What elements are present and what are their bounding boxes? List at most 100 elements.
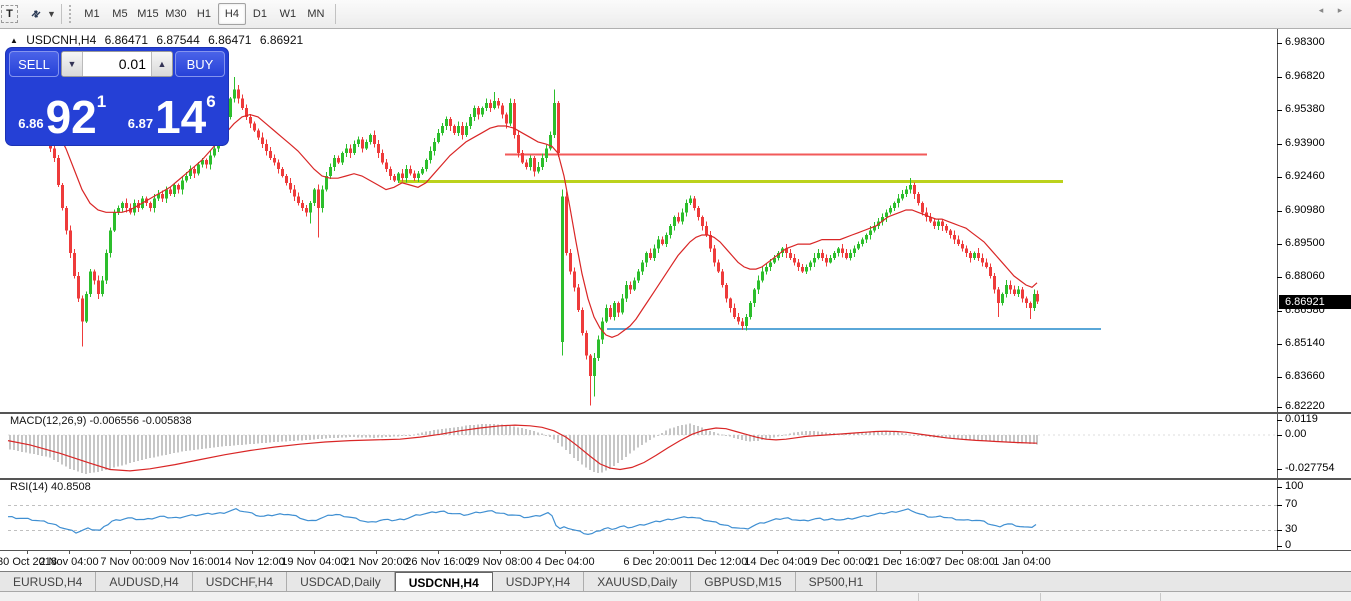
macd-axis-label: -0.027754 xyxy=(1285,462,1335,474)
buy-price-display[interactable]: 6.87 14 6 xyxy=(119,80,226,142)
buy-price-point: 6 xyxy=(206,92,215,112)
price-axis-label: 6.95380 xyxy=(1285,103,1325,115)
time-axis-label: 26 Nov 16:00 xyxy=(405,556,470,568)
chart-tab-gbpusd-m15[interactable]: GBPUSD,M15 xyxy=(691,572,795,592)
time-axis-tick xyxy=(69,550,70,554)
time-axis-label: 7 Nov 00:00 xyxy=(100,556,159,568)
rsi-axis-tick xyxy=(1277,530,1282,531)
sell-button[interactable]: SELL xyxy=(9,51,59,77)
price-axis-tick xyxy=(1277,211,1282,212)
current-price-tag: 6.86921 xyxy=(1279,295,1351,309)
chart-tab-usdcad-daily[interactable]: USDCAD,Daily xyxy=(287,572,395,592)
sell-price-prefix: 6.86 xyxy=(18,116,43,131)
price-axis-label: 6.85140 xyxy=(1285,337,1325,349)
chart-tab-usdchf-h4[interactable]: USDCHF,H4 xyxy=(193,572,287,592)
chart-symbol-period: USDCNH,H4 xyxy=(26,33,96,47)
statusbar-separator xyxy=(1160,593,1161,601)
status-bar xyxy=(0,591,1351,601)
price-axis-tick xyxy=(1277,77,1282,78)
arrow-up-icon: ▲ xyxy=(158,59,167,69)
time-axis-tick xyxy=(715,550,716,554)
time-axis-tick xyxy=(314,550,315,554)
time-axis-label: 14 Nov 12:00 xyxy=(219,556,284,568)
buy-button[interactable]: BUY xyxy=(175,51,225,77)
price-axis-tick xyxy=(1277,377,1282,378)
time-axis-tick xyxy=(565,550,566,554)
chart-tab-audusd-h4[interactable]: AUDUSD,H4 xyxy=(96,572,192,592)
time-axis-tick xyxy=(438,550,439,554)
time-axis-tick xyxy=(376,550,377,554)
price-axis-tick xyxy=(1277,110,1282,111)
ohlc-open: 6.86471 xyxy=(105,33,148,47)
chart-tab-sp500-h1[interactable]: SP500,H1 xyxy=(796,572,878,592)
time-axis-label: 2 Nov 04:00 xyxy=(39,556,98,568)
macd-axis-label: 0.00 xyxy=(1285,428,1306,440)
rsi-axis-tick xyxy=(1277,546,1282,547)
volume-decrease-button[interactable]: ▼ xyxy=(62,52,83,76)
time-axis-label: 9 Nov 16:00 xyxy=(160,556,219,568)
chart-tab-bar: EURUSD,H4AUDUSD,H4USDCHF,H4USDCAD,DailyU… xyxy=(0,571,1351,592)
time-axis-label: 1 Jan 04:00 xyxy=(993,556,1051,568)
buy-price-pips: 14 xyxy=(155,97,206,138)
price-axis-label: 6.89500 xyxy=(1285,237,1325,249)
price-axis-label: 6.83660 xyxy=(1285,370,1325,382)
time-axis-tick xyxy=(962,550,963,554)
price-axis-tick xyxy=(1277,244,1282,245)
price-axis-tick xyxy=(1277,177,1282,178)
price-axis-label: 6.92460 xyxy=(1285,170,1325,182)
rsi-axis-tick xyxy=(1277,487,1282,488)
price-axis-tick xyxy=(1277,43,1282,44)
price-axis-tick xyxy=(1277,144,1282,145)
volume-increase-button[interactable]: ▲ xyxy=(151,52,172,76)
time-axis-label: 29 Nov 08:00 xyxy=(467,556,532,568)
chart-tab-usdcnh-h4[interactable]: USDCNH,H4 xyxy=(395,572,493,592)
chart-ohlc-header: ▲ USDCNH,H4 6.86471 6.87544 6.86471 6.86… xyxy=(10,33,308,47)
volume-stepper: ▼ ▲ xyxy=(61,51,173,77)
time-axis-tick xyxy=(900,550,901,554)
price-axis-label: 6.98300 xyxy=(1285,36,1325,48)
macd-axis-label: 0.0119 xyxy=(1285,413,1318,425)
time-axis-label: 6 Dec 20:00 xyxy=(623,556,682,568)
time-axis-line xyxy=(0,550,1351,551)
time-axis-tick xyxy=(1022,550,1023,554)
rsi-axis-label: 70 xyxy=(1285,498,1297,510)
macd-axis-tick xyxy=(1277,435,1282,436)
rsi-axis-tick xyxy=(1277,505,1282,506)
price-axis-tick xyxy=(1277,344,1282,345)
price-axis-tick xyxy=(1277,407,1282,408)
ohlc-close: 6.86921 xyxy=(260,33,303,47)
time-axis-tick xyxy=(130,550,131,554)
sell-price-pips: 92 xyxy=(46,97,97,138)
statusbar-separator xyxy=(1040,593,1041,601)
price-axis-border xyxy=(1277,29,1278,551)
arrow-down-icon: ▼ xyxy=(68,59,77,69)
chart-marker-icon: ▲ xyxy=(10,36,18,45)
time-axis-tick xyxy=(190,550,191,554)
time-axis-tick xyxy=(838,550,839,554)
time-axis-label: 21 Nov 20:00 xyxy=(343,556,408,568)
chart-tab-xauusd-daily[interactable]: XAUUSD,Daily xyxy=(584,572,691,592)
time-axis-tick xyxy=(777,550,778,554)
chart-tab-usdjpy-h4[interactable]: USDJPY,H4 xyxy=(493,572,584,592)
macd-axis-tick xyxy=(1277,420,1282,421)
pane-separator[interactable] xyxy=(0,478,1351,480)
price-axis-tick xyxy=(1277,277,1282,278)
rsi-axis-label: 0 xyxy=(1285,539,1291,551)
rsi-axis-label: 30 xyxy=(1285,523,1297,535)
price-axis-tick xyxy=(1277,311,1282,312)
macd-indicator-label: MACD(12,26,9) -0.006556 -0.005838 xyxy=(10,415,192,427)
price-axis-label: 6.96820 xyxy=(1285,70,1325,82)
time-axis-label: 4 Dec 04:00 xyxy=(535,556,594,568)
ohlc-low: 6.86471 xyxy=(208,33,251,47)
time-axis-label: 14 Dec 04:00 xyxy=(744,556,809,568)
buy-price-prefix: 6.87 xyxy=(128,116,153,131)
rsi-indicator-label: RSI(14) 40.8508 xyxy=(10,481,91,493)
sell-price-display[interactable]: 6.86 92 1 xyxy=(9,80,116,142)
volume-input[interactable] xyxy=(83,52,151,76)
chart-tab-eurusd-h4[interactable]: EURUSD,H4 xyxy=(0,572,96,592)
time-axis-tick xyxy=(500,550,501,554)
time-axis-label: 19 Dec 00:00 xyxy=(805,556,870,568)
price-axis-label: 6.82220 xyxy=(1285,400,1325,412)
time-axis-label: 21 Dec 16:00 xyxy=(867,556,932,568)
pane-separator[interactable] xyxy=(0,412,1351,414)
